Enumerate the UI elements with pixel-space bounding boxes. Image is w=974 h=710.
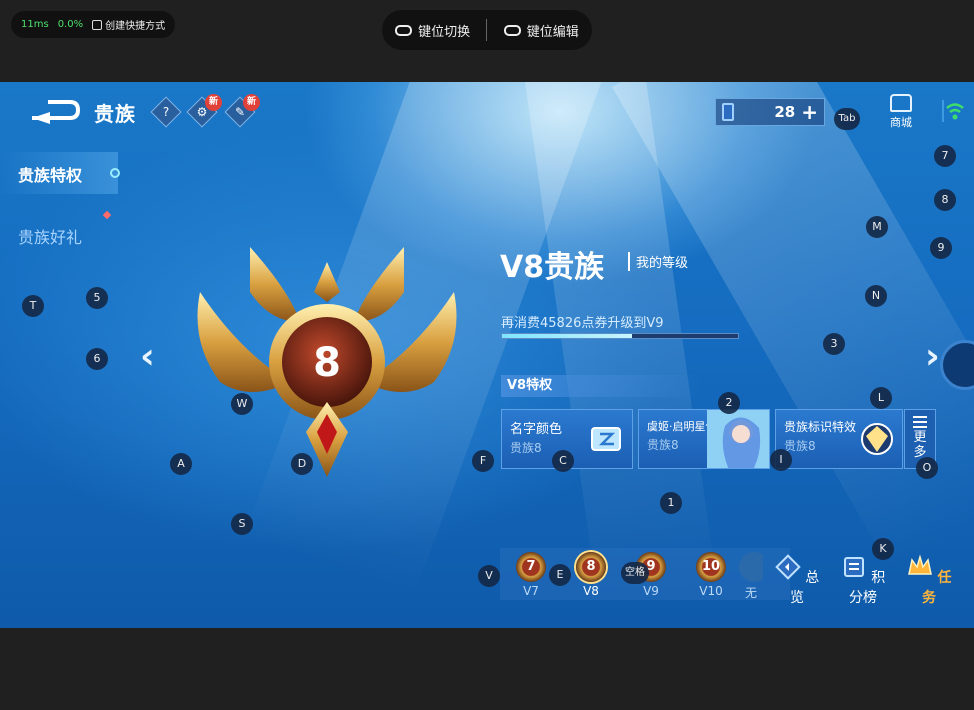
upgrade-hint: 再消费45826点券升级到V9 xyxy=(501,316,664,331)
ranking-icon xyxy=(843,557,864,577)
divider xyxy=(486,19,488,41)
list-icon xyxy=(913,416,927,428)
key-marker-a[interactable]: A xyxy=(170,453,192,475)
key-marker-o[interactable]: O xyxy=(916,457,938,479)
emblem-number: 8 xyxy=(313,340,341,386)
overview-icon xyxy=(775,554,801,580)
points-ranking-button[interactable]: 积分榜 xyxy=(838,554,888,607)
progress-fill xyxy=(502,334,632,338)
key-marker-6[interactable]: 6 xyxy=(86,348,108,370)
key-marker-l[interactable]: L xyxy=(870,387,892,409)
latency-text: 11ms xyxy=(21,19,49,30)
key-marker-m[interactable]: M xyxy=(866,216,888,238)
key-marker-e[interactable]: E xyxy=(549,564,571,586)
name-card-icon xyxy=(591,427,621,451)
level-v10[interactable]: 10 V10 xyxy=(689,552,733,598)
key-edit-label: 键位编辑 xyxy=(526,24,579,40)
shop-icon xyxy=(890,94,912,112)
shortcut-icon xyxy=(92,19,103,30)
key-mode-bar: 键位切换 键位编辑 xyxy=(382,10,592,50)
privilege-card-skin[interactable]: 虞姬·启明星使 贵族8 xyxy=(638,409,770,469)
performance-pill: 11ms 0.0% 创建快捷方式 xyxy=(11,11,176,38)
shop-label: 商城 xyxy=(890,116,912,129)
create-shortcut-label: 创建快捷方式 xyxy=(105,21,166,32)
key-switch-button[interactable]: 键位切换 xyxy=(385,21,480,40)
notification-dot xyxy=(102,210,112,220)
noble-level-title: V8贵族 xyxy=(500,250,605,285)
key-marker-2[interactable]: 2 xyxy=(718,392,740,414)
key-marker-w[interactable]: W xyxy=(231,393,253,415)
key-marker-3[interactable]: 3 xyxy=(823,333,845,355)
next-level-arrow[interactable]: › xyxy=(925,336,940,377)
emulator-window: { "overlay": { "latency": "11ms", "loss"… xyxy=(0,0,974,710)
level-badge: 10 xyxy=(696,552,726,582)
level-badge: 8 xyxy=(576,552,606,582)
sidebar-item-gifts[interactable]: 贵族好礼 xyxy=(18,224,82,248)
level-v7[interactable]: 7 V7 xyxy=(509,552,553,598)
key-marker-9[interactable]: 9 xyxy=(930,237,952,259)
gamepad-icon xyxy=(503,24,521,36)
level-badge: 7 xyxy=(516,552,546,582)
letterbox-bottom xyxy=(0,628,974,710)
key-marker-space[interactable]: 空格 xyxy=(621,562,649,584)
key-marker-k[interactable]: K xyxy=(872,538,894,560)
key-marker-c[interactable]: C xyxy=(552,450,574,472)
key-marker-t[interactable]: T xyxy=(22,295,44,317)
key-marker-d[interactable]: D xyxy=(291,453,313,475)
key-marker-7[interactable]: 7 xyxy=(934,145,956,167)
active-indicator xyxy=(110,168,120,178)
key-marker-8[interactable]: 8 xyxy=(934,189,956,211)
add-coupon-button[interactable]: + xyxy=(801,102,818,122)
key-marker-tab[interactable]: Tab xyxy=(834,108,860,130)
level-label: V10 xyxy=(699,584,723,598)
overview-button[interactable]: 总览 xyxy=(772,554,822,607)
key-marker-5[interactable]: 5 xyxy=(86,287,108,309)
level-label: V9 xyxy=(643,584,659,598)
sidebar-item-privileges[interactable]: 贵族特权 xyxy=(18,162,82,186)
key-marker-v[interactable]: V xyxy=(478,565,500,587)
level-label: V8 xyxy=(583,584,599,598)
new-badge: 新 xyxy=(205,94,222,111)
coupon-value: 28 xyxy=(774,103,796,121)
key-marker-i[interactable]: I xyxy=(770,449,792,471)
key-marker-f[interactable]: F xyxy=(472,450,494,472)
task-crown-icon xyxy=(907,554,932,575)
level-v8[interactable]: 8 V8 xyxy=(569,552,613,598)
coupon-icon xyxy=(722,103,734,121)
new-badge: 新 xyxy=(243,94,260,111)
level-progress-bar xyxy=(501,333,739,339)
key-marker-1[interactable]: 1 xyxy=(660,492,682,514)
prev-level-arrow[interactable]: ‹ xyxy=(140,336,155,377)
privileges-header: V8特权 xyxy=(501,375,701,397)
noble-badge-icon xyxy=(861,423,893,455)
key-marker-s[interactable]: S xyxy=(231,513,253,535)
game-screen: 贵族 ? ⚙ 新 ✎ 新 28 + 商城 贵族特权 贵族好礼 ‹ › 8 V8贵… xyxy=(0,82,974,628)
back-arrow-icon[interactable] xyxy=(30,98,80,124)
help-button[interactable]: ? xyxy=(150,96,182,128)
my-level-label: 我的等级 xyxy=(628,252,688,271)
gamepad-icon xyxy=(395,24,413,36)
key-marker-n[interactable]: N xyxy=(865,285,887,307)
key-edit-button[interactable]: 键位编辑 xyxy=(494,21,589,40)
level-none[interactable]: 无 xyxy=(739,552,763,601)
hero-portrait-icon xyxy=(707,410,769,468)
privilege-card-badge-effect[interactable]: 贵族标识特效 贵族8 xyxy=(775,409,903,469)
create-shortcut-button[interactable]: 创建快捷方式 xyxy=(92,17,165,32)
level-label: V7 xyxy=(523,584,539,598)
help-icon: ? xyxy=(162,105,170,119)
level-label: 无 xyxy=(744,586,757,600)
level-badge xyxy=(739,552,763,582)
page-title: 贵族 xyxy=(94,102,136,126)
coupon-balance: 28 + xyxy=(715,98,825,126)
tasks-button[interactable]: 任务 xyxy=(904,554,954,607)
shop-button[interactable]: 商城 xyxy=(884,94,918,130)
key-switch-label: 键位切换 xyxy=(418,24,471,40)
packet-loss-text: 0.0% xyxy=(57,19,84,30)
network-signal-icon xyxy=(942,100,964,122)
